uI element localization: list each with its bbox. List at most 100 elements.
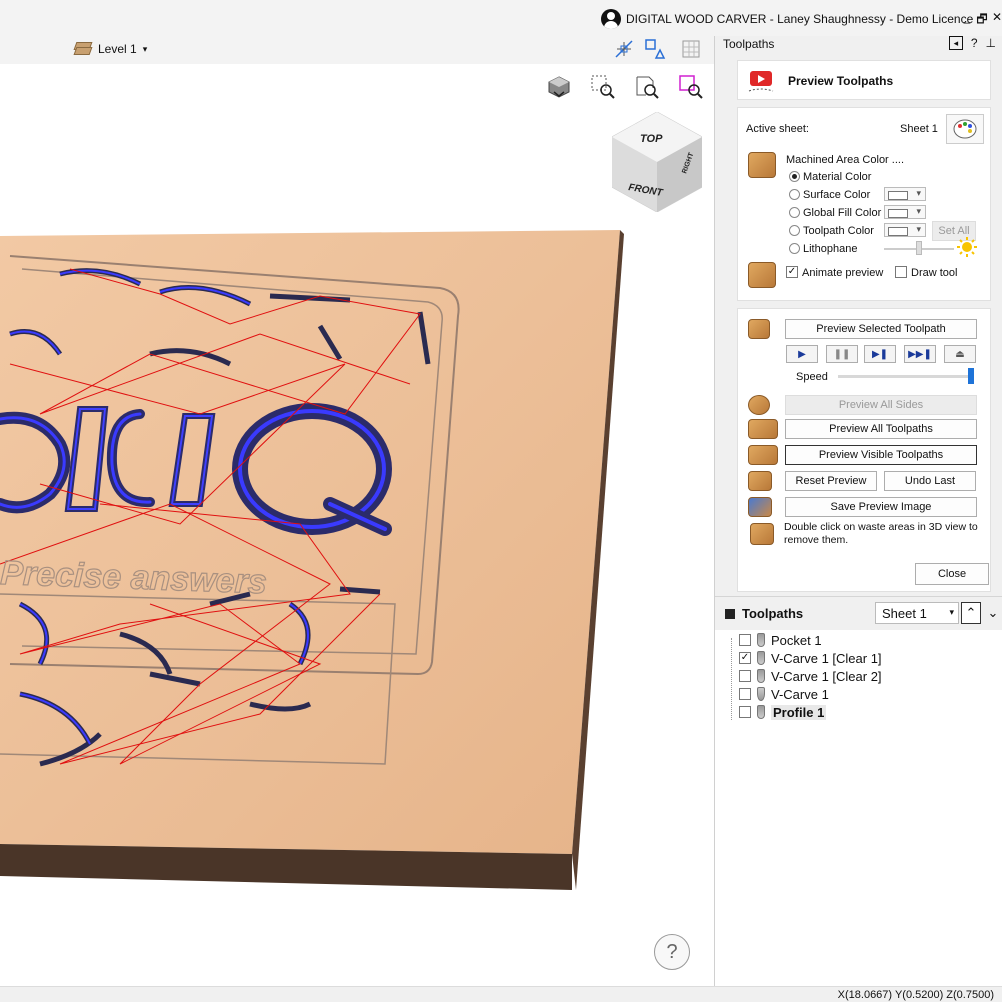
top-toolbar: Level 1 ▾ [0,36,714,64]
reset-preview-button[interactable]: Reset Preview [785,471,877,491]
zoom-selected-icon [679,75,703,99]
undo-last-button[interactable]: Undo Last [884,471,976,491]
global-fill-picker[interactable] [884,205,926,219]
sun-icon [957,237,977,257]
toolpath-name: V-Carve 1 [Clear 2] [771,668,882,684]
surface-color-picker[interactable] [884,187,926,201]
toolpath-visibility-checkbox[interactable] [739,706,751,718]
toolpath-name: V-Carve 1 [Clear 1] [771,650,882,666]
view-shading-button[interactable] [542,70,576,104]
collapse-panel-icon[interactable]: ◂ [948,36,963,50]
preview-all-toolpaths-icon [748,419,778,439]
step-forward-button[interactable]: ▶❚ [864,345,896,363]
animate-preview-checkbox[interactable]: ✓ [786,266,798,278]
view-cube[interactable]: TOP FRONT RIGHT [612,112,702,212]
toolpath-item[interactable]: Pocket 1 [739,631,822,649]
sheet-palette-button[interactable] [946,114,984,144]
chevron-down-icon: ▾ [949,607,954,617]
toolpath-visibility-checkbox[interactable] [739,670,751,682]
pin-icon[interactable]: ⊥ [986,36,996,50]
preview-header: Preview Toolpaths [737,60,991,100]
speed-label: Speed [796,371,828,383]
move-up-button[interactable]: ⌃ [961,602,981,624]
waste-area-hint: Double click on waste areas in 3D view t… [784,521,978,546]
preview-selected-button[interactable]: Preview Selected Toolpath [785,319,977,339]
save-preview-image-button[interactable]: Save Preview Image [785,497,977,517]
toolpaths-list-title: Toolpaths [742,606,804,621]
toolpath-color-label: Toolpath Color [803,225,874,237]
preview-all-toolpaths-button[interactable]: Preview All Toolpaths [785,419,977,439]
toolpath-name: Pocket 1 [771,632,822,648]
endmill-icon [757,651,765,665]
carved-model-view[interactable]: Precise answers [0,64,714,986]
material-color-radio[interactable] [789,171,800,182]
animate-preview-label: Animate preview [802,267,884,279]
machined-area-label: Machined Area Color .... [786,154,905,166]
snap-node-icon[interactable] [613,38,635,60]
endmill-icon [757,669,765,683]
active-sheet-label: Active sheet: [746,123,809,135]
sheet-select-value: Sheet 1 [882,606,927,621]
lithophane-radio[interactable] [789,243,800,254]
toolpath-item[interactable]: V-Carve 1 [739,685,829,703]
toolpath-color-radio[interactable] [789,225,800,236]
preview-toolpaths-icon [748,71,774,92]
dock-title: Toolpaths [723,37,775,51]
preview-all-sides-button[interactable]: Preview All Sides [785,395,977,415]
snap-objects-icon[interactable] [644,38,666,60]
preview-selected-icon [748,319,770,339]
restore-button[interactable]: 🗗 [975,10,989,31]
minimize-button[interactable]: _ [960,10,974,24]
close-window-button[interactable]: ✕ [990,10,1002,24]
lithophane-slider-thumb[interactable] [916,241,922,255]
grid-icon[interactable] [680,38,702,60]
toolpath-item[interactable]: ✓ V-Carve 1 [Clear 1] [739,649,882,667]
view-toolbar [542,70,708,104]
toolpath-item[interactable]: V-Carve 1 [Clear 2] [739,667,882,685]
speed-slider[interactable] [838,375,974,378]
zoom-extents-button[interactable] [630,70,664,104]
dock-controls: ◂ ? ⊥ [948,36,996,50]
zoom-region-button[interactable] [586,70,620,104]
zoom-selected-button[interactable] [674,70,708,104]
title-bar: DIGITAL WOOD CARVER - Laney Shaughnessy … [0,0,1002,36]
preview-controls-panel: Preview Selected Toolpath ▶ ❚❚ ▶❚ ▶▶❚ ⏏ … [737,308,991,592]
toolpath-visibility-checkbox[interactable] [739,688,751,700]
cube-shade-icon [548,76,570,98]
level-label: Level 1 [98,42,137,56]
speed-slider-thumb[interactable] [968,368,974,384]
waste-area-hint-icon [750,523,774,545]
endmill-icon [757,705,765,719]
preview-visible-button[interactable]: Preview Visible Toolpaths [785,445,977,465]
toolpath-item[interactable]: Profile 1 [739,703,827,721]
surface-color-label: Surface Color [803,189,871,201]
user-account-icon[interactable] [601,9,621,29]
toolpath-visibility-checkbox[interactable] [739,634,751,646]
rewind-button[interactable]: ⏏ [944,345,976,363]
toolpath-color-picker[interactable] [884,223,926,237]
sheet-select[interactable]: Sheet 1 ▾ [875,602,959,624]
pause-button[interactable]: ❚❚ [826,345,858,363]
surface-color-radio[interactable] [789,189,800,200]
help-button[interactable]: ? [654,934,690,970]
toolpath-visibility-checkbox[interactable]: ✓ [739,652,751,664]
endmill-icon [757,633,765,647]
preview-visible-icon [748,445,778,465]
move-down-button[interactable]: ⌄ [983,602,1002,624]
level-selector[interactable]: Level 1 ▾ [73,38,147,60]
vbit-icon [757,687,765,701]
toolpaths-square-icon [725,609,735,619]
play-button[interactable]: ▶ [786,345,818,363]
3d-viewport[interactable]: Precise answers TOP FRONT RIGHT ? [0,64,714,986]
toolpath-name: Profile 1 [771,704,827,720]
dock-help-button[interactable]: ? [971,36,978,50]
global-fill-radio[interactable] [789,207,800,218]
lithophane-label: Lithophane [803,243,858,255]
toolpath-list-header: Toolpaths Sheet 1 ▾ ⌃ ⌄ [715,596,1002,630]
close-button[interactable]: Close [915,563,989,585]
draw-tool-checkbox[interactable] [895,266,907,278]
skip-to-end-button[interactable]: ▶▶❚ [904,345,936,363]
active-sheet-value: Sheet 1 [900,123,938,135]
cursor-coordinates: X(18.0667) Y(0.5200) Z(0.7500) [837,989,994,1001]
window-title: DIGITAL WOOD CARVER - Laney Shaughnessy … [626,12,974,26]
